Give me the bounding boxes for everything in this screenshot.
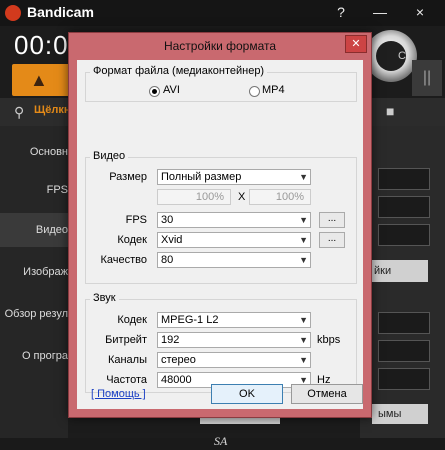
pause-icon[interactable]: || (412, 60, 442, 96)
chevron-down-icon: ▼ (299, 172, 308, 182)
fps-more-button[interactable]: ... (319, 212, 345, 228)
bitrate-unit: kbps (317, 334, 341, 346)
quality-label: Качество (100, 254, 147, 266)
size-label: Размер (109, 171, 147, 183)
height-percent-field[interactable]: 100% (249, 189, 311, 205)
size-select-value: Полный размер (161, 171, 242, 183)
chevron-down-icon: ▼ (299, 355, 308, 365)
sub-header-text: Щёлкн (34, 104, 71, 116)
sidebar-item-video[interactable]: Видео (0, 224, 68, 236)
audio-codec-value: MPEG-1 L2 (161, 314, 219, 326)
help-window-button[interactable]: ? (331, 3, 351, 21)
audio-codec-label: Кодек (117, 314, 147, 326)
video-codec-label: Кодек (117, 234, 147, 246)
background-field[interactable] (378, 312, 430, 334)
bitrate-label: Битрейт (105, 334, 147, 346)
chevron-down-icon: ▼ (299, 315, 308, 325)
sidebar-item-about[interactable]: О програ (0, 350, 68, 362)
sidebar (0, 126, 68, 440)
record-button-label: C (376, 41, 406, 71)
dialog-client: Формат файла (медиаконтейнер) AVI MP4 Ви… (77, 60, 363, 409)
channels-select[interactable]: стерео ▼ (157, 352, 311, 368)
fps-select-value: 30 (161, 214, 174, 226)
audio-group-title: Звук (90, 292, 119, 304)
search-icon: ⚲ (14, 104, 25, 120)
fps-label: FPS (125, 214, 147, 226)
format-settings-dialog: Настройки формата ✕ Формат файла (медиак… (68, 32, 372, 418)
ok-button[interactable]: OK (211, 384, 283, 404)
channels-value: стерео (161, 354, 196, 366)
size-select[interactable]: Полный размер ▼ (157, 169, 311, 185)
programs-button[interactable]: ымы (372, 404, 428, 424)
audio-codec-select[interactable]: MPEG-1 L2 ▼ (157, 312, 311, 328)
close-window-button[interactable]: × (410, 3, 430, 21)
background-field[interactable] (378, 368, 430, 390)
avi-radio[interactable] (149, 86, 160, 97)
fps-select[interactable]: 30 ▼ (157, 212, 311, 228)
minimize-window-button[interactable]: — (370, 3, 390, 21)
chevron-down-icon: ▼ (299, 335, 308, 345)
video-codec-select[interactable]: Xvid ▼ (157, 232, 311, 248)
quality-select[interactable]: 80 ▼ (157, 252, 311, 268)
file-format-group-title: Формат файла (медиаконтейнер) (90, 65, 268, 77)
background-field[interactable] (378, 340, 430, 362)
background-field[interactable] (378, 224, 430, 246)
background-field[interactable] (378, 196, 430, 218)
video-group-title: Видео (90, 150, 129, 162)
frequency-label: Частота (106, 374, 147, 386)
chevron-down-icon: ▼ (299, 215, 308, 225)
mp4-label: MP4 (262, 84, 285, 96)
bitrate-select[interactable]: 192 ▼ (157, 332, 311, 348)
sidebar-item-general[interactable]: Основн (0, 146, 68, 158)
chevron-down-icon: ▼ (299, 255, 308, 265)
close-icon[interactable]: ✕ (345, 35, 367, 53)
background-field[interactable] (378, 168, 430, 190)
cancel-button[interactable]: Отмена (291, 384, 363, 404)
watermark: SA (214, 434, 228, 448)
bitrate-value: 192 (161, 334, 180, 346)
chevron-down-icon: ▼ (299, 235, 308, 245)
quality-select-value: 80 (161, 254, 174, 266)
avi-label: AVI (163, 84, 180, 96)
video-codec-value: Xvid (161, 234, 183, 246)
sidebar-item-image[interactable]: Изображ (0, 266, 68, 278)
channels-label: Каналы (107, 354, 147, 366)
help-link[interactable]: [ Помощь ] (91, 388, 146, 400)
sidebar-item-fps[interactable]: FPS (0, 184, 68, 196)
menu-icon[interactable]: ■ (386, 103, 394, 119)
bandicam-logo-icon (5, 5, 21, 21)
sidebar-item-output[interactable]: Обзор резул (0, 308, 68, 320)
width-percent-field[interactable]: 100% (157, 189, 231, 205)
dialog-title: Настройки формата (163, 39, 277, 53)
x-label: X (238, 191, 246, 203)
bandicam-title: Bandicam (27, 4, 94, 20)
codec-more-button[interactable]: ... (319, 232, 345, 248)
mp4-radio[interactable] (249, 86, 260, 97)
frequency-value: 48000 (161, 374, 192, 386)
gamepad-icon: ▲ (30, 70, 48, 90)
